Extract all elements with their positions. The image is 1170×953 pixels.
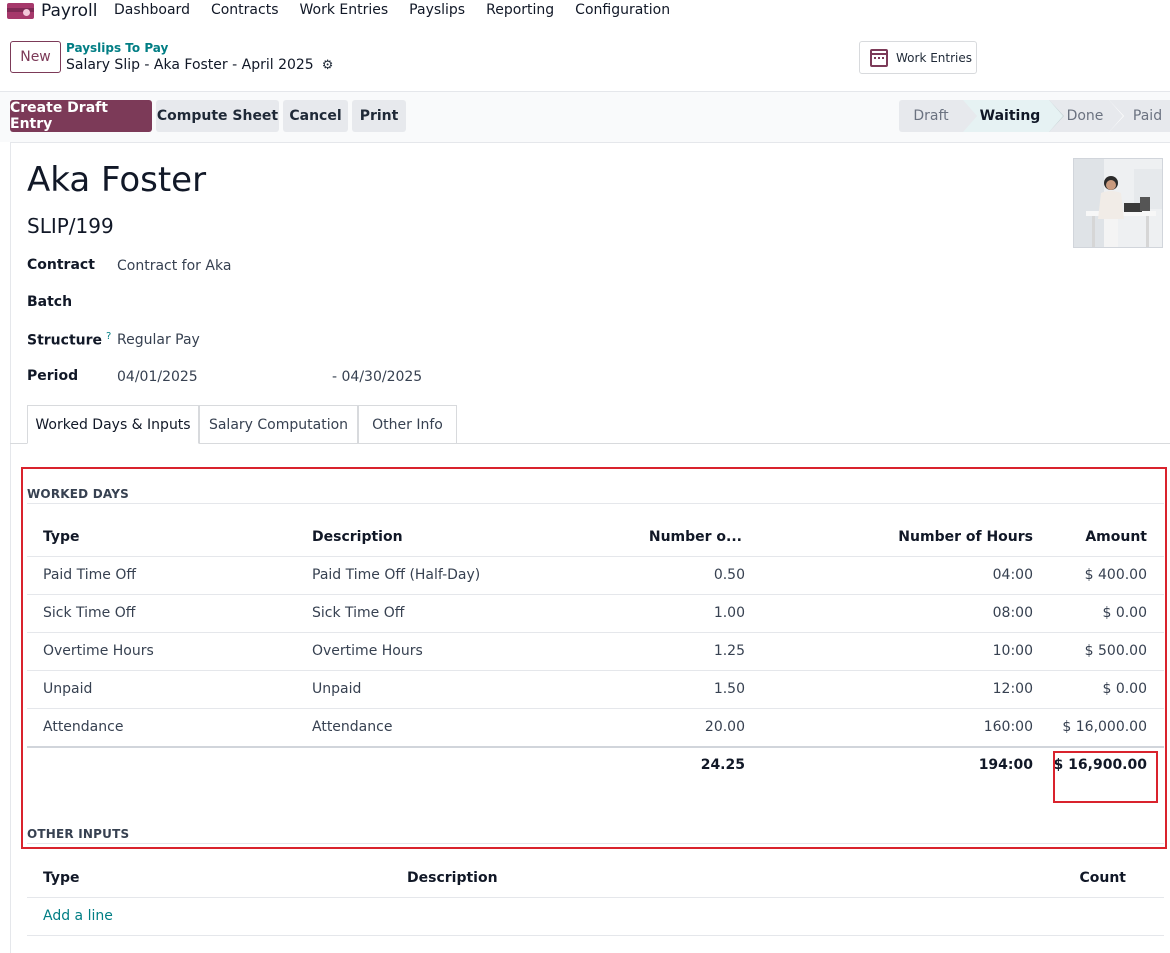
- oi-col-description[interactable]: Description: [407, 870, 498, 886]
- gear-icon[interactable]: ⚙: [322, 58, 334, 73]
- period-end-field[interactable]: - 04/30/2025: [332, 369, 422, 385]
- payslip-number: SLIP/199: [27, 214, 114, 238]
- stage-done-label: Done: [1066, 108, 1104, 124]
- print-button[interactable]: Print: [352, 100, 406, 132]
- stage-draft-label: Draft: [913, 108, 949, 124]
- breadcrumb-parent-link[interactable]: Payslips To Pay: [66, 41, 168, 55]
- compute-sheet-button[interactable]: Compute Sheet: [156, 100, 279, 132]
- menu-payslips[interactable]: Payslips: [409, 0, 465, 20]
- structure-label: Structure?: [27, 331, 111, 349]
- tab-other-info[interactable]: Other Info: [358, 405, 457, 444]
- calendar-icon: [870, 48, 888, 67]
- stage-paid-label: Paid: [1132, 108, 1163, 124]
- top-navbar: Payroll Dashboard Contracts Work Entries…: [0, 0, 1170, 22]
- batch-label: Batch: [27, 294, 73, 310]
- row-divider: [27, 897, 1164, 898]
- employee-photo: [1074, 159, 1162, 247]
- breadcrumb-current: Salary Slip - Aka Foster - April 2025 ⚙: [66, 57, 333, 73]
- work-entries-label: Work Entries: [896, 50, 972, 65]
- payroll-app-icon[interactable]: [7, 3, 34, 19]
- work-entries-smart-button[interactable]: Work Entries: [859, 41, 977, 74]
- row-divider: [27, 935, 1164, 936]
- contract-field[interactable]: Contract for Aka: [117, 258, 231, 274]
- period-start-field[interactable]: 04/01/2025: [117, 369, 198, 385]
- new-button[interactable]: New: [10, 41, 61, 73]
- tab-worked-days-inputs[interactable]: Worked Days & Inputs: [27, 405, 199, 444]
- tab-salary-computation[interactable]: Salary Computation: [199, 405, 358, 444]
- highlight-box-total: [1053, 751, 1158, 803]
- menu-dashboard[interactable]: Dashboard: [114, 0, 190, 20]
- app-name[interactable]: Payroll: [41, 0, 97, 22]
- help-icon[interactable]: ?: [106, 331, 111, 342]
- add-line-link[interactable]: Add a line: [43, 908, 113, 924]
- period-label: Period: [27, 368, 79, 384]
- oi-col-type[interactable]: Type: [43, 870, 80, 886]
- employee-avatar[interactable]: [1073, 158, 1163, 248]
- highlight-box: [21, 467, 1167, 849]
- contract-label: Contract: [27, 257, 95, 273]
- batch-field[interactable]: [117, 294, 317, 314]
- main-menu: Dashboard Contracts Work Entries Payslip…: [114, 0, 691, 20]
- structure-label-text: Structure: [27, 332, 103, 349]
- cancel-button[interactable]: Cancel: [283, 100, 348, 132]
- menu-contracts[interactable]: Contracts: [211, 0, 279, 20]
- stage-draft[interactable]: Draft: [899, 100, 977, 132]
- menu-reporting[interactable]: Reporting: [486, 0, 554, 20]
- create-draft-entry-button[interactable]: Create Draft Entry: [10, 100, 152, 132]
- menu-work-entries[interactable]: Work Entries: [300, 0, 389, 20]
- employee-name: Aka Foster: [27, 160, 207, 200]
- breadcrumb-current-label: Salary Slip - Aka Foster - April 2025: [66, 57, 314, 73]
- oi-col-count[interactable]: Count: [1040, 870, 1126, 886]
- structure-field[interactable]: Regular Pay: [117, 332, 200, 348]
- menu-configuration[interactable]: Configuration: [575, 0, 670, 20]
- status-stages: Draft Waiting Done Paid: [899, 100, 1170, 132]
- stage-waiting-label: Waiting: [979, 108, 1041, 124]
